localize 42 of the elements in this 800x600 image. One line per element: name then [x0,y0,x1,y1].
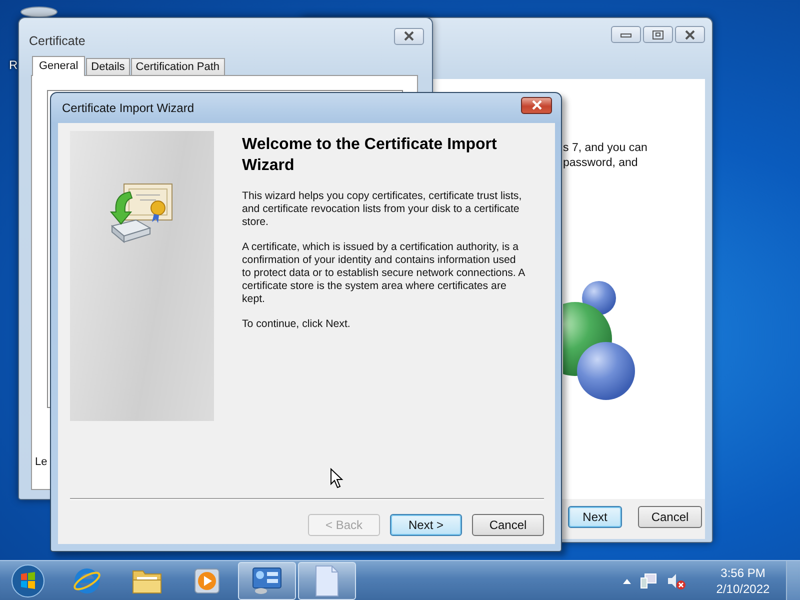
window-title: Certificate [29,34,86,48]
dialog-button[interactable]: Next > [390,514,462,536]
dialog-button[interactable]: Cancel [638,506,702,528]
body-text: s 7, and you can [563,141,648,156]
dialog-button[interactable]: Cancel [472,514,544,536]
window-title: Certificate Import Wizard [62,101,194,115]
minimize-button[interactable] [611,26,641,43]
close-button[interactable] [675,26,705,43]
speaker-icon[interactable] [666,572,686,590]
clock[interactable]: 3:56 PM 2/10/2022 [708,564,778,596]
blank-document-icon [314,564,340,596]
tab[interactable]: General [32,56,86,76]
tab[interactable]: Certification Path [130,58,225,75]
mouse-pointer-icon [330,468,344,489]
close-icon [402,31,416,41]
tab[interactable]: Details [86,58,130,75]
taskbar-button[interactable] [238,562,296,600]
maximize-button[interactable] [643,26,673,43]
clock-date: 2/10/2022 [716,580,770,596]
wizard-heading: Welcome to the Certificate Import Wizard [242,135,498,176]
caret-icon[interactable] [622,576,632,584]
network-icon[interactable] [640,572,658,590]
body-text: This wizard helps you copy certificates, certificate trust lists, and certificate revocation lists from your disk to a certificate store. [242,190,523,229]
play-icon [192,566,222,596]
close-icon [530,100,544,110]
close-icon [683,30,697,40]
bin-icon[interactable] [20,6,58,18]
body-text: A certificate, which is issued by a certification authority, is a confirmation of your identity and contains information used to protect data or to establish secure network connections. A certificate store is the system area where certificates are kept. [242,241,526,306]
body-text: password, and [563,156,639,171]
maximize-icon [652,30,664,40]
control-panel-icon [251,566,283,596]
clock-time: 3:56 PM [720,564,766,580]
body-text: To continue, click Next. [242,318,352,331]
taskbar-button[interactable] [298,562,356,600]
minimize-icon [620,30,632,38]
browser-e-icon [72,566,102,596]
desktop-icon-label[interactable]: R [9,58,18,72]
close-button[interactable] [521,96,552,114]
certificate-drive-icon [110,182,174,244]
dialog-button[interactable]: Next [568,506,622,528]
body-text: Le [35,456,48,468]
close-button[interactable] [394,28,424,44]
